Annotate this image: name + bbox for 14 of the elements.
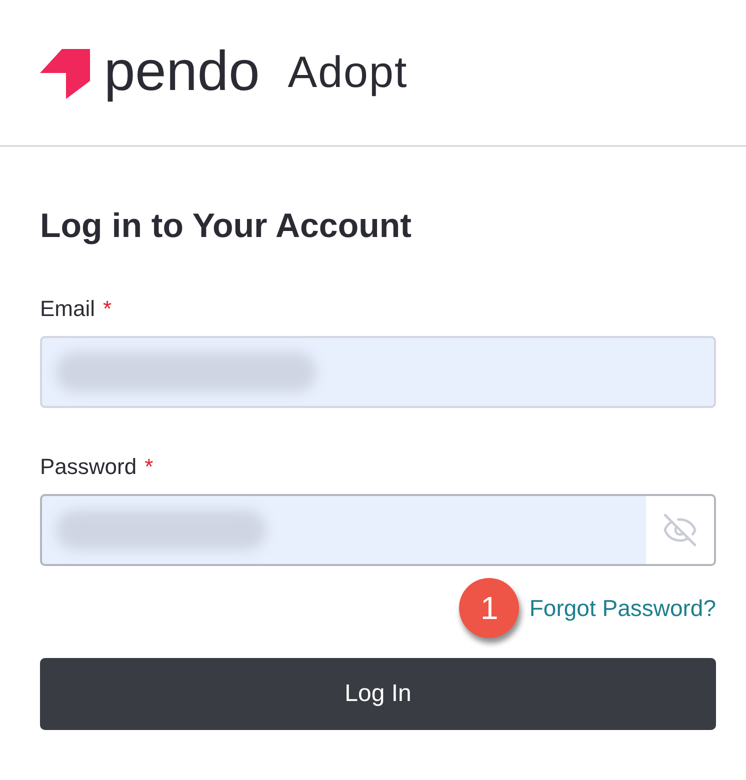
eye-slash-icon (662, 512, 698, 548)
logo-icon (40, 46, 90, 98)
step-badge: 1 (459, 578, 520, 638)
required-mark: * (144, 454, 154, 480)
password-field[interactable] (40, 494, 716, 566)
forgot-password-link[interactable]: Forgot Password? (529, 594, 716, 622)
login-button[interactable]: Log In (40, 658, 716, 730)
required-mark: * (103, 296, 112, 322)
form-title: Log in to Your Account (40, 207, 412, 246)
visibility-toggle[interactable] (646, 496, 714, 564)
field-label: Password (40, 454, 137, 480)
field-label: Email (40, 296, 96, 322)
product-name: Adopt (288, 50, 408, 94)
email-field[interactable] (40, 336, 716, 408)
